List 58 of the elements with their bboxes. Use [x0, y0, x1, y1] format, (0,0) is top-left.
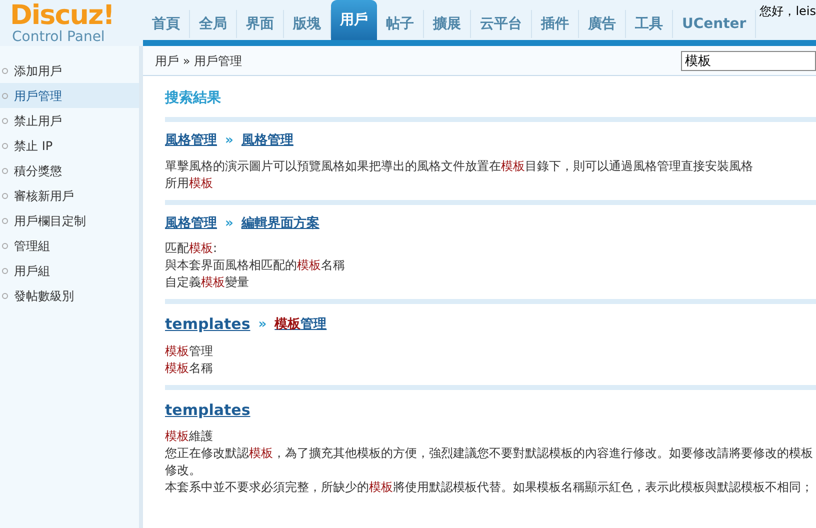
nav-tab[interactable]: 界面: [237, 10, 284, 38]
nav-tab[interactable]: 云平台: [471, 10, 532, 38]
section-link[interactable]: templates: [165, 398, 250, 421]
bullet-icon: [2, 242, 8, 248]
section-link[interactable]: 風格管理: [241, 131, 294, 150]
sidebar-item[interactable]: 管理組: [0, 233, 139, 258]
result-text: 修改。: [165, 462, 202, 479]
logo-subtitle: Control Panel: [11, 29, 106, 46]
bullet-icon: [2, 168, 8, 174]
separator-text: »: [258, 316, 267, 334]
sidebar-item[interactable]: 用戶欄目定制: [0, 208, 139, 233]
sidebar-item[interactable]: 禁止用戶: [0, 108, 139, 133]
result-text: 自定義模板變量: [165, 274, 250, 291]
results-title: 搜索結果: [165, 89, 222, 108]
search-field[interactable]: 模板: [681, 50, 816, 70]
result-text: 模板維護: [165, 428, 214, 445]
bullet-icon: [2, 268, 8, 274]
result-text: 所用模板: [165, 174, 214, 192]
breadcrumb: 用戶 » 用戶管理: [155, 52, 242, 70]
section-link[interactable]: 模板管理: [274, 314, 327, 334]
sidebar-item[interactable]: 積分獎懲: [0, 158, 139, 183]
sidebar-item[interactable]: 用戶組: [0, 258, 139, 283]
separator-text: »: [225, 214, 234, 232]
result-text: 模板管理: [165, 342, 214, 360]
separator-text: »: [225, 132, 234, 150]
bullet-icon: [2, 142, 8, 148]
bullet-icon: [2, 218, 8, 224]
result-text: 單擊風格的演示圖片可以預覽風格如果把導出的風格文件放置在模板目錄下，則可以通過風格管理直接安裝風格: [165, 158, 754, 174]
nav-tab[interactable]: 全局: [190, 10, 237, 38]
nav-tab[interactable]: 插件: [532, 10, 579, 38]
sidebar-item[interactable]: 禁止 IP: [0, 133, 139, 158]
bullet-icon: [2, 118, 8, 124]
nav-tab[interactable]: 擴展: [424, 10, 471, 38]
sidebar-item[interactable]: 添加用戶: [0, 58, 139, 83]
result-text: 本套系中並不要求必須完整，所缺少的模板將使用默認模板代替。如果模板名稱顯示紅色，表示此模板與默認模板不相同；: [165, 479, 814, 496]
section-link[interactable]: 風格管理: [165, 131, 217, 150]
result-text: 您正在修改默認模板，為了擴充其他模板的方便，強烈建議您不要對默認模板的內容進行修改。如要修改請將要修改的模板: [165, 445, 814, 462]
nav-tab[interactable]: 用戶: [331, 0, 377, 40]
bullet-icon: [2, 192, 8, 198]
result-text: 模板名稱: [165, 360, 214, 376]
nav-tab[interactable]: 首頁: [143, 10, 190, 38]
logo-title: Discuz!: [10, 2, 115, 29]
result-text: 匹配模板:: [165, 240, 218, 257]
section-link[interactable]: 風格管理: [165, 214, 217, 233]
sidebar-item[interactable]: 發帖數級別: [0, 283, 139, 308]
nav-tab[interactable]: 廣告: [579, 10, 626, 38]
section-link[interactable]: templates: [165, 313, 250, 336]
section-link[interactable]: 編輯界面方案: [241, 214, 320, 233]
nav-tab[interactable]: 帖子: [377, 10, 424, 38]
sidebar-item[interactable]: 用戶管理: [0, 83, 139, 108]
bullet-icon: [2, 92, 8, 98]
result-text: 與本套界面風格相匹配的模板名稱: [165, 257, 346, 274]
nav-tab[interactable]: UCenter: [673, 10, 756, 38]
greeting-text: 您好，leis: [760, 3, 816, 20]
sidebar-item[interactable]: 審核新用戶: [0, 183, 139, 208]
bullet-icon: [2, 68, 8, 74]
nav-tab[interactable]: 工具: [626, 10, 673, 38]
bullet-icon: [2, 292, 8, 298]
